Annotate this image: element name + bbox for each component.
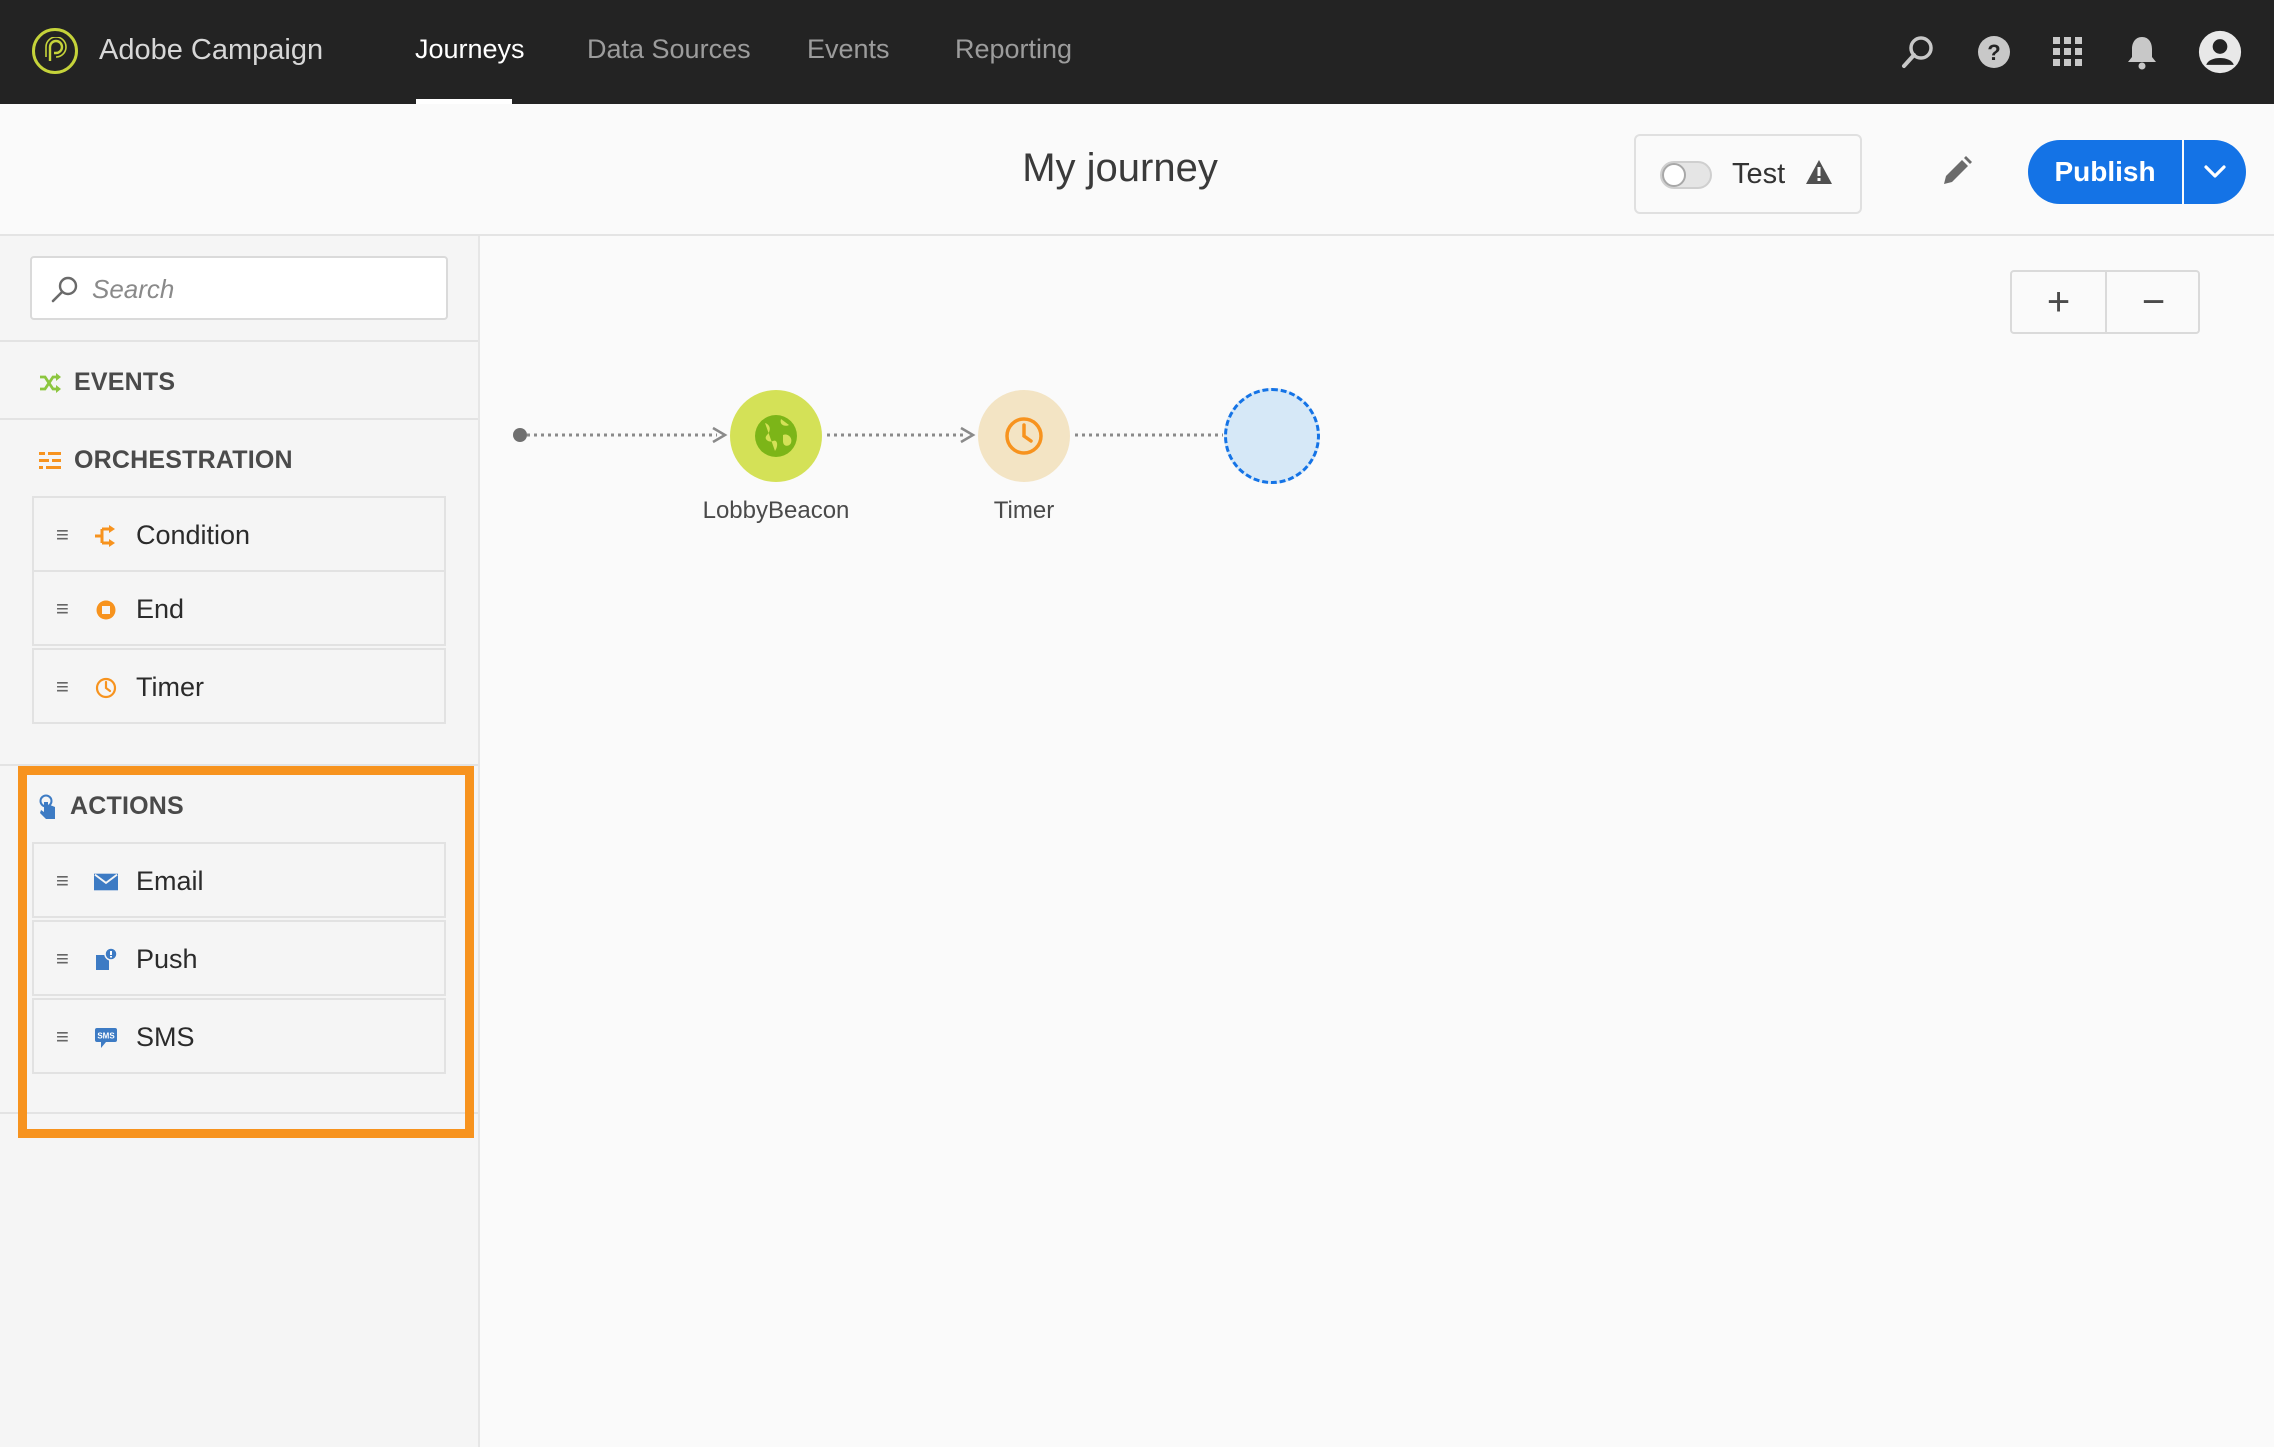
condition-icon	[94, 524, 118, 548]
user-avatar-icon[interactable]	[2198, 30, 2242, 74]
warning-icon	[1804, 158, 1834, 191]
test-mode-control[interactable]: Test	[1634, 134, 1862, 214]
test-toggle[interactable]	[1660, 161, 1712, 189]
publish-button[interactable]: Publish	[2028, 140, 2182, 204]
journey-connectors	[513, 426, 1223, 444]
journey-header: My journey Test Publish	[0, 104, 2274, 236]
actions-highlight-box	[18, 766, 474, 1138]
tab-reporting[interactable]: Reporting	[955, 34, 1072, 65]
section-events-label: EVENTS	[74, 368, 176, 396]
test-label: Test	[1732, 158, 1786, 190]
drag-handle-icon[interactable]: ≡	[56, 596, 69, 622]
tab-data-sources[interactable]: Data Sources	[587, 34, 751, 65]
event-node-lobbybeacon[interactable]	[730, 390, 822, 482]
empty-drop-target[interactable]	[1224, 388, 1320, 484]
adobe-campaign-logo-icon[interactable]	[32, 28, 78, 74]
timer-node[interactable]	[978, 390, 1070, 482]
end-icon	[94, 598, 118, 622]
divider	[0, 340, 478, 342]
zoom-in-button[interactable]: +	[2012, 272, 2105, 332]
activity-item-label: Condition	[136, 520, 251, 550]
orchestration-icon	[39, 451, 61, 469]
section-events[interactable]: EVENTS	[38, 368, 175, 397]
node-label: LobbyBeacon	[702, 497, 850, 524]
node-label: Timer	[993, 497, 1055, 524]
top-navigation-bar: Adobe Campaign Journeys Data Sources Eve…	[0, 0, 2274, 104]
section-orchestration-label: ORCHESTRATION	[74, 446, 293, 474]
toggle-knob	[1662, 163, 1686, 187]
apps-grid-icon[interactable]	[2046, 30, 2090, 74]
timer-icon	[94, 676, 118, 700]
section-orchestration[interactable]: ORCHESTRATION	[38, 446, 293, 475]
shuffle-icon	[40, 372, 61, 393]
tab-journeys[interactable]: Journeys	[415, 34, 525, 65]
divider	[0, 418, 478, 420]
app-name: Adobe Campaign	[99, 34, 324, 66]
activity-item-timer[interactable]: ≡ Timer	[32, 648, 446, 724]
activity-item-end[interactable]: ≡ End	[32, 570, 446, 646]
zoom-controls: + −	[2010, 270, 2200, 334]
svg-text:?: ?	[1987, 40, 2000, 65]
search-input[interactable]	[90, 268, 434, 310]
tab-events[interactable]: Events	[807, 34, 890, 65]
journey-title[interactable]: My journey	[960, 146, 1280, 191]
publish-options-dropdown[interactable]	[2184, 140, 2246, 204]
clock-icon	[1005, 417, 1043, 455]
search-icon	[50, 274, 80, 309]
notification-bell-icon[interactable]	[2120, 30, 2164, 74]
activity-item-label: End	[136, 594, 185, 624]
globe-icon	[755, 415, 797, 457]
zoom-out-button[interactable]: −	[2107, 272, 2200, 332]
help-icon[interactable]: ?	[1972, 30, 2016, 74]
chevron-down-icon	[2204, 165, 2226, 178]
edit-pencil-icon[interactable]	[1938, 154, 1974, 195]
search-field[interactable]	[30, 256, 448, 320]
activity-item-condition[interactable]: ≡ Condition	[32, 496, 446, 572]
search-icon[interactable]	[1896, 30, 1940, 74]
activity-item-label: Timer	[136, 672, 204, 702]
drag-handle-icon[interactable]: ≡	[56, 674, 69, 700]
drag-handle-icon[interactable]: ≡	[56, 522, 69, 548]
